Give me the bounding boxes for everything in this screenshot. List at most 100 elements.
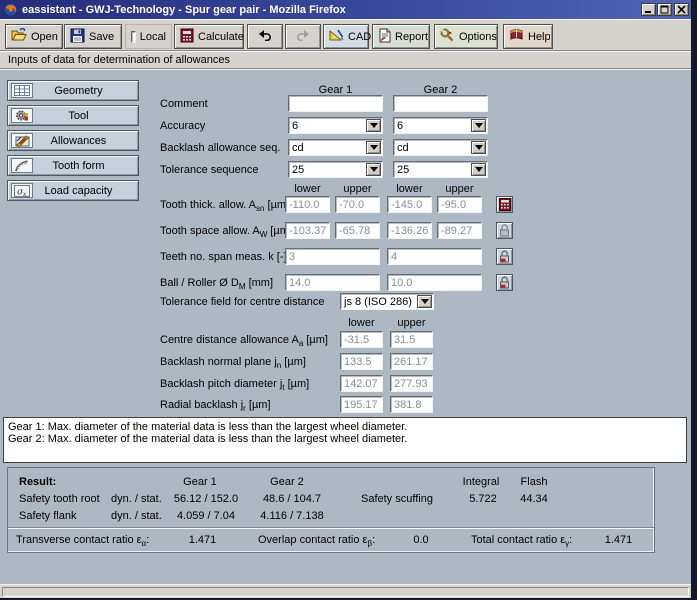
centre-allowance-label: Centre distance allowance Aa [µm] bbox=[160, 334, 328, 348]
report-label: Report bbox=[395, 31, 428, 43]
comment-input-gear2[interactable] bbox=[394, 96, 487, 111]
backlash-seq-select-gear1[interactable]: cd bbox=[288, 139, 383, 156]
comment-field-gear1[interactable] bbox=[288, 95, 383, 112]
tool-gear-icon bbox=[11, 108, 33, 123]
local-toggle[interactable]: Local bbox=[125, 24, 172, 49]
comment-field-gear2[interactable] bbox=[393, 95, 488, 112]
window-title: eassistant - GWJ-Technology - Spur gear … bbox=[22, 4, 346, 16]
overlap-ratio-label: Overlap contact ratio εβ: bbox=[258, 534, 375, 548]
upper-header-1: upper bbox=[335, 183, 380, 195]
open-label: Open bbox=[31, 31, 58, 43]
sidebar-label-tooth-form: Tooth form bbox=[33, 160, 124, 172]
result-flash-header: Flash bbox=[494, 476, 574, 488]
tolerance-seq-select-gear1[interactable]: 25 bbox=[288, 161, 383, 178]
open-button[interactable]: Open bbox=[5, 24, 63, 49]
chevron-down-icon[interactable] bbox=[471, 119, 486, 132]
result-gear2-header: Gear 2 bbox=[247, 476, 327, 488]
chevron-down-icon[interactable] bbox=[366, 119, 381, 132]
status-bar bbox=[0, 584, 691, 598]
backlash-normal-label: Backlash normal plane jn [µm] bbox=[160, 356, 306, 370]
tolerance-seq-select-gear2[interactable]: 25 bbox=[393, 161, 488, 178]
span-meas-field-gear1: 3 bbox=[285, 248, 380, 265]
span-meas-field-gear2: 4 bbox=[387, 248, 482, 265]
close-icon[interactable] bbox=[674, 3, 689, 16]
minimize-button[interactable] bbox=[641, 3, 656, 16]
save-button[interactable]: Save bbox=[64, 24, 122, 49]
total-ratio-value: 1.471 bbox=[596, 534, 641, 546]
help-button[interactable]: Help bbox=[503, 24, 553, 49]
sidebar-item-allowances[interactable]: Allowances bbox=[7, 130, 139, 151]
floppy-disk-icon bbox=[70, 28, 85, 46]
app-window: eassistant - GWJ-Technology - Spur gear … bbox=[0, 0, 691, 598]
undo-button[interactable] bbox=[247, 24, 283, 49]
safety-scuffing-flash: 44.34 bbox=[494, 493, 574, 505]
section-header: Inputs of data for determination of allo… bbox=[0, 52, 691, 68]
chevron-down-icon[interactable] bbox=[366, 141, 381, 154]
options-button[interactable]: Options bbox=[434, 24, 498, 49]
accuracy-select-gear2[interactable]: 6 bbox=[393, 117, 488, 134]
comment-input-gear1[interactable] bbox=[289, 96, 382, 111]
transverse-ratio-label: Transverse contact ratio εα: bbox=[16, 534, 149, 548]
safety-tooth-root-gear1: 56.12 / 152.0 bbox=[166, 493, 246, 505]
chevron-down-icon[interactable] bbox=[366, 163, 381, 176]
sidebar-label-allowances: Allowances bbox=[33, 135, 124, 147]
sidebar-item-load-capacity[interactable]: σx Load capacity bbox=[7, 180, 139, 201]
tolerance-field-select[interactable]: js 8 (ISO 286) bbox=[340, 293, 434, 310]
ball-roller-field-gear2: 10.0 bbox=[387, 274, 482, 291]
tooth-thick-calculator-button[interactable] bbox=[496, 196, 513, 213]
tolerance-seq-label: Tolerance sequence bbox=[160, 164, 258, 176]
report-button[interactable]: Report bbox=[372, 24, 430, 49]
chevron-down-icon[interactable] bbox=[471, 163, 486, 176]
backlash-pitch-label: Backlash pitch diameter jt [µm] bbox=[160, 378, 309, 392]
lower-header-1: lower bbox=[285, 183, 330, 195]
safety-flank-gear2: 4.116 / 7.138 bbox=[252, 510, 332, 522]
lower-header-2: lower bbox=[387, 183, 432, 195]
lower-header-3: lower bbox=[340, 317, 383, 329]
help-book-icon bbox=[509, 28, 524, 45]
tooth-space-upper-gear2: -89.27 bbox=[437, 222, 482, 239]
result-gear1-header: Gear 1 bbox=[160, 476, 240, 488]
safety-flank-gear1: 4.059 / 7.04 bbox=[166, 510, 246, 522]
backlash-seq-select-gear2[interactable]: cd bbox=[393, 139, 488, 156]
undo-icon bbox=[257, 29, 273, 44]
backlash-seq-label: Backlash allowance seq. bbox=[160, 142, 280, 154]
tooth-thick-label: Tooth thick. allow. Asn [µm] bbox=[160, 199, 289, 213]
chevron-down-icon[interactable] bbox=[417, 295, 432, 308]
redo-button[interactable] bbox=[285, 24, 321, 49]
tooth-thick-lower-gear2: -145.0 bbox=[387, 196, 432, 213]
help-label: Help bbox=[528, 31, 551, 43]
sidebar-item-tooth-form[interactable]: Tooth form bbox=[7, 155, 139, 176]
allowances-caliper-icon bbox=[11, 133, 33, 148]
accuracy-select-gear1[interactable]: 6 bbox=[288, 117, 383, 134]
span-meas-label: Teeth no. span meas. k [-] bbox=[160, 251, 287, 263]
ball-roller-lock-closed-button[interactable] bbox=[496, 274, 513, 291]
upper-header-2: upper bbox=[437, 183, 482, 195]
tolerance-field-label: Tolerance field for centre distance bbox=[160, 296, 324, 308]
cad-button[interactable]: CAD bbox=[323, 24, 369, 49]
maximize-button[interactable] bbox=[657, 3, 672, 16]
tooth-space-lock-open-button[interactable] bbox=[496, 222, 513, 239]
tooth-space-upper-gear1: -65.78 bbox=[335, 222, 380, 239]
sidebar-item-geometry[interactable]: Geometry bbox=[7, 80, 139, 101]
upper-header-3: upper bbox=[390, 317, 433, 329]
tooth-thick-lower-gear1: -110.0 bbox=[285, 196, 330, 213]
redo-icon bbox=[295, 29, 311, 44]
result-title: Result: bbox=[19, 476, 56, 488]
centre-allowance-lower: -31.5 bbox=[340, 331, 383, 348]
calculate-label: Calculate bbox=[198, 31, 244, 43]
open-folder-icon bbox=[11, 27, 27, 46]
safety-tooth-root-gear2: 48.6 / 104.7 bbox=[252, 493, 332, 505]
save-label: Save bbox=[89, 31, 114, 43]
sidebar-item-tool[interactable]: Tool bbox=[7, 105, 139, 126]
chevron-down-icon[interactable] bbox=[471, 141, 486, 154]
section-title: Inputs of data for determination of allo… bbox=[8, 54, 230, 66]
calculate-button[interactable]: Calculate bbox=[174, 24, 244, 49]
calculator-icon bbox=[180, 28, 194, 46]
backlash-normal-lower: 133.5 bbox=[340, 353, 383, 370]
status-field bbox=[2, 587, 689, 597]
message-line-2: Gear 2: Max. diameter of the material da… bbox=[8, 433, 682, 445]
local-checkbox[interactable] bbox=[131, 31, 136, 43]
safety-tooth-root-mode: dyn. / stat. bbox=[111, 493, 162, 505]
safety-scuffing-label: Safety scuffing bbox=[361, 493, 433, 505]
span-meas-lock-closed-button[interactable] bbox=[496, 248, 513, 265]
